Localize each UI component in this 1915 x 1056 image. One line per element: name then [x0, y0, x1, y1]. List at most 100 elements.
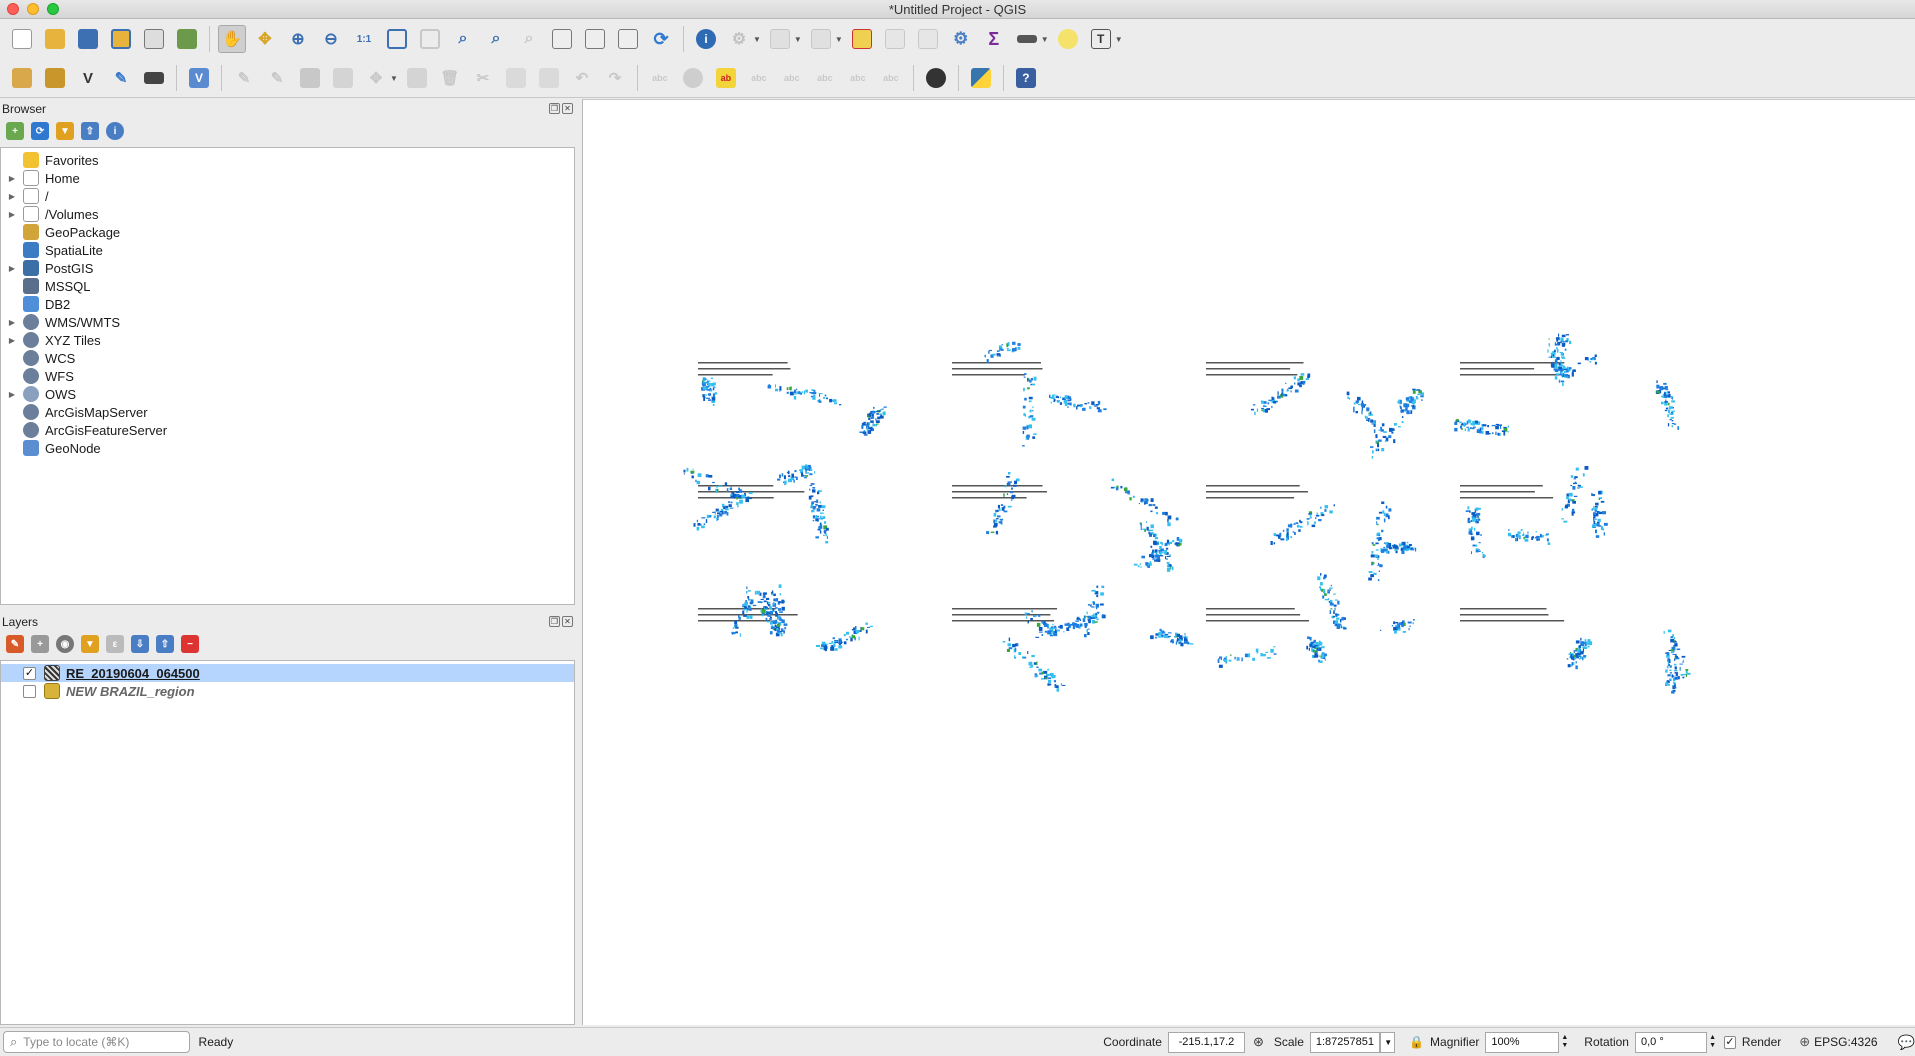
collapse-all-icon[interactable]: ⇧ — [81, 122, 99, 140]
expand-arrow-icon[interactable]: ▶ — [7, 336, 17, 345]
toggle-edit-icon[interactable]: ✎ — [263, 64, 291, 92]
browser-item[interactable]: SpatiaLite — [1, 241, 574, 259]
data-source-manager-icon[interactable] — [8, 64, 36, 92]
chevron-down-icon[interactable]: ▼ — [794, 35, 802, 44]
layers-tree[interactable]: ✓ RE_20190604_064500 NEW BRAZIL_region — [0, 660, 575, 1025]
python-console-icon[interactable] — [967, 64, 995, 92]
locator-search-input[interactable]: ⌕ Type to locate (⌘K) — [3, 1031, 190, 1053]
browser-item[interactable]: Favorites — [1, 151, 574, 169]
browser-item[interactable]: ▶ OWS — [1, 385, 574, 403]
browser-item[interactable]: WCS — [1, 349, 574, 367]
show-bookmarks-icon[interactable] — [614, 25, 642, 53]
modify-attributes-icon[interactable] — [403, 64, 431, 92]
expand-arrow-icon[interactable]: ▶ — [7, 390, 17, 399]
new-bookmark-icon[interactable] — [581, 25, 609, 53]
field-calculator-icon[interactable] — [914, 25, 942, 53]
expand-arrow-icon[interactable]: ▶ — [7, 192, 17, 201]
open-attribute-table-icon[interactable] — [881, 25, 909, 53]
edit-pencil-icon[interactable]: ✎ — [230, 64, 258, 92]
browser-item[interactable]: ▶ PostGIS — [1, 259, 574, 277]
save-as-icon[interactable] — [107, 25, 135, 53]
paste-icon[interactable] — [535, 64, 563, 92]
undo-icon[interactable]: ↶ — [568, 64, 596, 92]
close-panel-icon[interactable]: ✕ — [562, 616, 573, 627]
browser-item[interactable]: ▶ / — [1, 187, 574, 205]
add-group-icon[interactable]: + — [31, 635, 49, 653]
action-icon[interactable]: ⚙ — [725, 25, 753, 53]
refresh-icon[interactable]: ⟳ — [31, 122, 49, 140]
layer-visibility-checkbox[interactable]: ✓ — [23, 666, 36, 680]
magnifier-field[interactable]: 100% — [1485, 1031, 1560, 1053]
expand-arrow-icon[interactable]: ▶ — [7, 264, 17, 273]
style-manager-icon[interactable] — [173, 25, 201, 53]
label-highlight-icon[interactable]: ab — [712, 64, 740, 92]
browser-tree[interactable]: Favorites ▶ Home ▶ / ▶/Volumes GeoPackage Spati… — [0, 147, 575, 605]
add-feature-icon[interactable] — [329, 64, 357, 92]
close-panel-icon[interactable]: ✕ — [562, 103, 573, 114]
float-panel-icon[interactable]: ❐ — [549, 616, 560, 627]
identify-icon[interactable]: i — [692, 25, 720, 53]
digitize-pen-icon[interactable]: ✎ — [107, 64, 135, 92]
zoom-to-selection-icon[interactable] — [416, 25, 444, 53]
browser-item[interactable]: DB2 — [1, 295, 574, 313]
filter-icon[interactable]: ▼ — [56, 122, 74, 140]
zoom-native-icon[interactable]: 1:1 — [350, 25, 378, 53]
text-annotation-icon[interactable]: T — [1087, 25, 1115, 53]
label-tool-icon[interactable]: abc — [646, 64, 674, 92]
lock-scale-icon[interactable]: 🔒 — [1409, 1035, 1424, 1049]
new-geopackage-icon[interactable] — [41, 64, 69, 92]
zoom-full-icon[interactable] — [383, 25, 411, 53]
expand-all-icon[interactable]: ⇩ — [131, 635, 149, 653]
chevron-down-icon[interactable]: ▼ — [753, 35, 761, 44]
filter-expression-icon[interactable]: ε — [106, 635, 124, 653]
expand-arrow-icon[interactable]: ▶ — [7, 174, 17, 183]
new-map-view-icon[interactable] — [548, 25, 576, 53]
crs-label[interactable]: EPSG:4326 — [1814, 1035, 1877, 1049]
scale-field[interactable]: 1:87257851 — [1309, 1031, 1381, 1053]
zoom-to-layer-icon[interactable]: ⌕ — [449, 25, 477, 53]
toolbox-icon[interactable]: ⚙ — [947, 25, 975, 53]
label-change-icon[interactable]: abc — [844, 64, 872, 92]
zoom-out-icon[interactable]: ⊖ — [317, 25, 345, 53]
gps-tool-icon[interactable] — [140, 64, 168, 92]
layer-visibility-checkbox[interactable] — [23, 684, 36, 698]
browser-item[interactable]: ▶ /Volumes — [1, 205, 574, 223]
messages-icon[interactable]: 💬 — [1898, 1034, 1915, 1051]
layer-row-polygon[interactable]: NEW BRAZIL_region — [1, 682, 574, 700]
coordinate-field[interactable]: -215.1,17.2 — [1167, 1031, 1245, 1053]
zoom-next-icon[interactable]: ⌕ — [515, 25, 543, 53]
rotation-spinner-icon[interactable]: ▲ ▼ — [1709, 1034, 1716, 1050]
label-rotate-icon[interactable]: abc — [811, 64, 839, 92]
refresh-icon[interactable]: ⟳ — [647, 25, 675, 53]
browser-item[interactable]: WFS — [1, 367, 574, 385]
collapse-all-icon[interactable]: ⇧ — [156, 635, 174, 653]
browser-item[interactable]: ▶ WMS/WMTS — [1, 313, 574, 331]
check-geometry-icon[interactable]: V — [185, 64, 213, 92]
render-checkbox[interactable]: ✓ — [1724, 1035, 1736, 1049]
save-edits-icon[interactable] — [296, 64, 324, 92]
copy-icon[interactable] — [502, 64, 530, 92]
expand-arrow-icon[interactable]: ▶ — [7, 210, 17, 219]
rotation-field[interactable]: 0,0 ° — [1634, 1031, 1708, 1053]
layer-styling-icon[interactable]: ✎ — [6, 635, 24, 653]
label-show-icon[interactable]: abc — [745, 64, 773, 92]
print-layout-icon[interactable] — [140, 25, 168, 53]
browser-item[interactable]: MSSQL — [1, 277, 574, 295]
label-pin-icon[interactable] — [679, 64, 707, 92]
save-project-icon[interactable] — [74, 25, 102, 53]
info-icon[interactable]: i — [106, 122, 124, 140]
minimize-window-button[interactable] — [27, 3, 39, 15]
filter-legend-icon[interactable]: ▼ — [81, 635, 99, 653]
chevron-down-icon[interactable]: ▼ — [390, 74, 398, 83]
crs-globe-icon[interactable]: ⊕ — [1799, 1034, 1810, 1050]
statistics-icon[interactable]: Σ — [980, 25, 1008, 53]
vertex-tool-icon[interactable]: ✥ — [362, 64, 390, 92]
magnifier-spinner-icon[interactable]: ▲ ▼ — [1561, 1034, 1568, 1050]
browser-item[interactable]: GeoPackage — [1, 223, 574, 241]
pan-icon[interactable]: ✋ — [218, 25, 246, 53]
browser-item[interactable]: ▶ XYZ Tiles — [1, 331, 574, 349]
deselect-icon[interactable] — [848, 25, 876, 53]
select-value-icon[interactable] — [807, 25, 835, 53]
cut-icon[interactable]: ✂ — [469, 64, 497, 92]
map-canvas[interactable] — [582, 99, 1915, 1025]
